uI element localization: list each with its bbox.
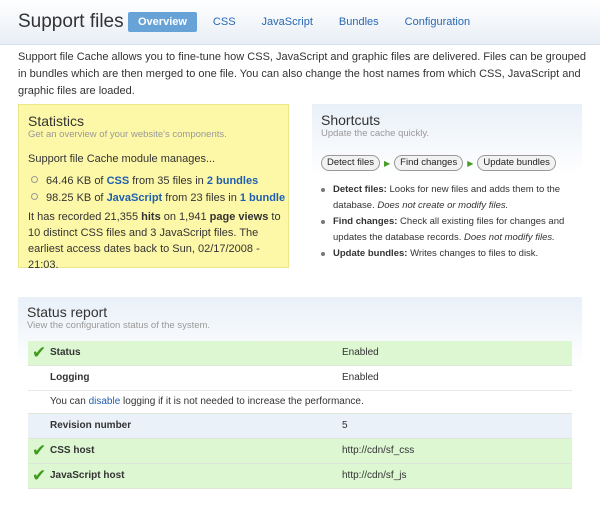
arrow-right-icon: ▶ — [384, 158, 391, 168]
stat-js: 98.25 KB of JavaScript from 23 files in … — [31, 192, 285, 204]
stat-js-size: 98.25 KB of — [46, 192, 104, 204]
shortcut-name: Update bundles: — [333, 248, 408, 259]
shortcuts-title: Shortcuts — [321, 112, 381, 128]
info-post: logging if it is not needed to increase … — [123, 396, 364, 407]
status-report-title: Status report — [27, 304, 108, 320]
row-value: Enabled — [342, 372, 379, 383]
recorded-hits: hits — [141, 211, 161, 223]
status-row-css-host: ✔ CSS host http://cdn/sf_css — [28, 439, 572, 464]
bullet-icon — [321, 220, 325, 224]
bullet-icon — [31, 193, 38, 200]
arrow-right-icon: ▶ — [467, 158, 474, 168]
shortcut-name: Detect files: — [333, 184, 387, 195]
find-changes-button[interactable]: Find changes — [394, 155, 464, 171]
recorded-pre: It has recorded 21,355 — [28, 211, 139, 223]
row-label: JavaScript host — [50, 470, 125, 481]
checkmark-icon: ✔ — [32, 466, 47, 485]
recorded-stats: It has recorded 21,355 hits on 1,941 pag… — [28, 209, 290, 273]
tab-overview[interactable]: Overview — [128, 12, 197, 32]
statistics-lead: Support file Cache module manages... — [28, 153, 216, 165]
stat-css: 64.46 KB of CSS from 35 files in 2 bundl… — [31, 175, 258, 187]
info-pre: You can — [50, 396, 86, 407]
status-row-javascript-host: ✔ JavaScript host http://cdn/sf_js — [28, 464, 572, 489]
row-value: Enabled — [342, 347, 379, 358]
disable-logging-link[interactable]: disable — [89, 396, 121, 407]
bullet-icon — [31, 176, 38, 183]
bullet-icon — [321, 252, 325, 256]
shortcut-name: Find changes: — [333, 216, 398, 227]
row-value: http://cdn/sf_css — [342, 445, 415, 456]
statistics-panel: Statistics Get an overview of your websi… — [18, 104, 289, 271]
page-title: Support files — [18, 11, 124, 32]
tabs: Overview CSS JavaScript Bundles Configur… — [128, 12, 486, 32]
header: Support files Overview CSS JavaScript Bu… — [0, 0, 600, 45]
shortcut-note: Does not create or modify files. — [377, 200, 509, 211]
row-label: Logging — [50, 372, 90, 383]
stat-css-size: 64.46 KB of — [46, 175, 104, 187]
detect-files-button[interactable]: Detect files — [321, 155, 380, 171]
status-row-revision: Revision number 5 — [28, 414, 572, 439]
update-bundles-button[interactable]: Update bundles — [477, 155, 556, 171]
row-label: Revision number — [50, 420, 132, 431]
stat-js-from: from 23 files in — [165, 192, 237, 204]
tab-javascript[interactable]: JavaScript — [252, 12, 323, 32]
shortcut-desc-update: Update bundles: Writes changes to files … — [321, 246, 581, 262]
row-value: 5 — [342, 420, 348, 431]
shortcuts-panel: Shortcuts Update the cache quickly. Dete… — [312, 104, 582, 264]
status-report-subtitle: View the configuration status of the sys… — [27, 320, 211, 331]
js-bundles-link[interactable]: 1 bundle — [240, 192, 285, 204]
status-row-logging: Logging Enabled — [28, 366, 572, 391]
checkmark-icon: ✔ — [32, 441, 47, 460]
statistics-title: Statistics — [28, 113, 85, 129]
row-label: Status — [50, 347, 81, 358]
bullet-icon — [321, 188, 325, 192]
status-row-logging-info: You can disable logging if it is not nee… — [28, 391, 572, 414]
intro-text: Support file Cache allows you to fine-tu… — [18, 51, 587, 97]
row-value: http://cdn/sf_js — [342, 470, 407, 481]
status-table: ✔ Status Enabled Logging Enabled You can… — [28, 341, 572, 489]
shortcut-desc-find: Find changes: Check all existing files f… — [321, 214, 581, 246]
css-bundles-link[interactable]: 2 bundles — [207, 175, 258, 187]
row-label: CSS host — [50, 445, 95, 456]
javascript-link[interactable]: JavaScript — [107, 192, 163, 204]
shortcut-desc-detect: Detect files: Looks for new files and ad… — [321, 182, 581, 214]
tab-bundles[interactable]: Bundles — [329, 12, 389, 32]
status-row-status: ✔ Status Enabled — [28, 341, 572, 366]
tab-configuration[interactable]: Configuration — [395, 12, 480, 32]
status-report-panel: Status report View the configuration sta… — [18, 297, 582, 493]
shortcut-note: Does not modify files. — [463, 232, 555, 243]
shortcut-text: Writes changes to files to disk. — [410, 248, 539, 259]
shortcut-buttons: Detect files ▶ Find changes ▶ Update bun… — [321, 155, 556, 171]
shortcuts-subtitle: Update the cache quickly. — [321, 128, 430, 139]
stat-css-from: from 35 files in — [132, 175, 204, 187]
css-link[interactable]: CSS — [107, 175, 130, 187]
statistics-subtitle: Get an overview of your website's compon… — [28, 129, 227, 140]
recorded-views: page views — [209, 211, 269, 223]
tab-css[interactable]: CSS — [203, 12, 246, 32]
recorded-mid: on 1,941 — [163, 211, 207, 223]
checkmark-icon: ✔ — [32, 343, 47, 362]
logging-info: You can disable logging if it is not nee… — [50, 391, 364, 413]
